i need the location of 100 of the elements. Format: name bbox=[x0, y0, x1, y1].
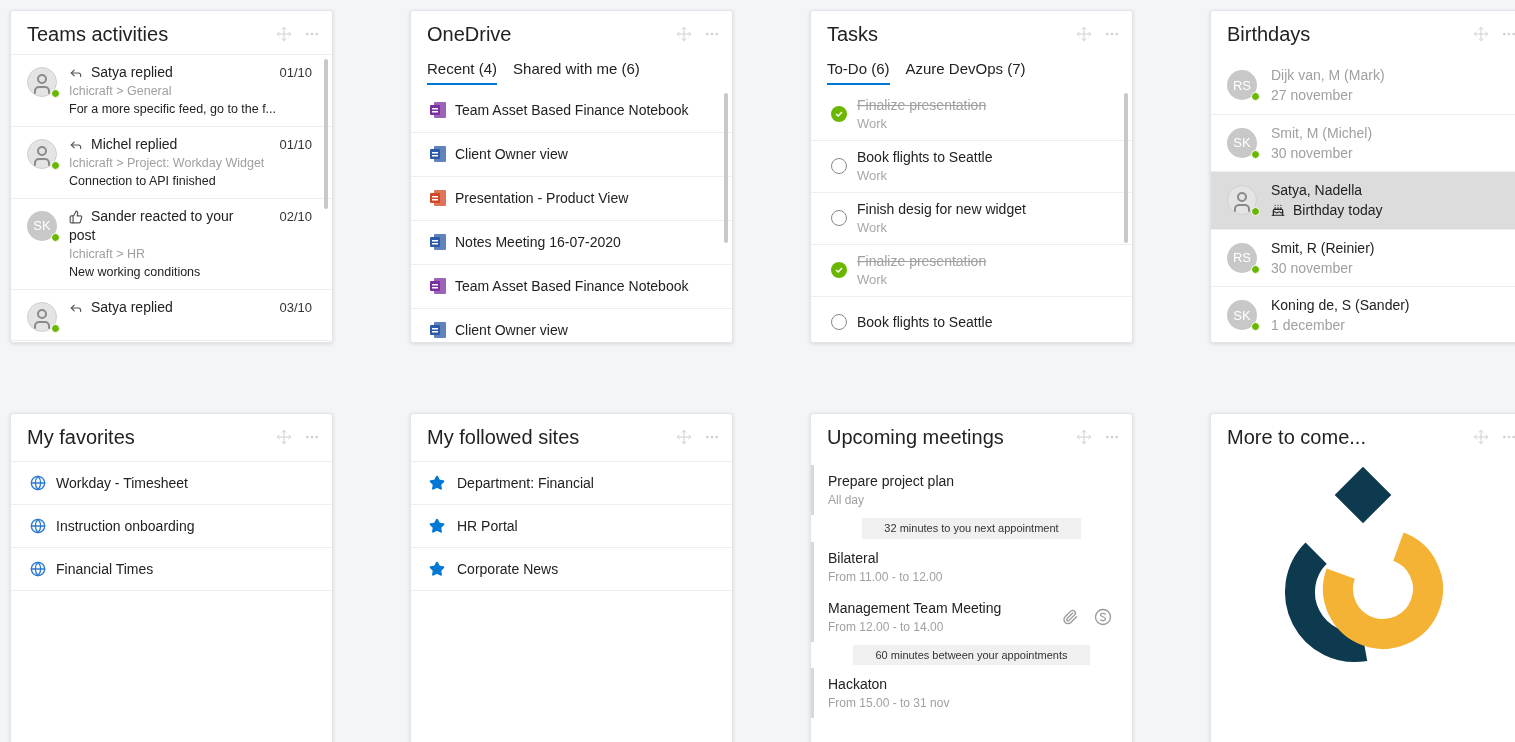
tab[interactable]: Azure DevOps (7) bbox=[905, 58, 1026, 85]
activity-title: Satya replied bbox=[69, 63, 173, 82]
task-item[interactable]: Finish desig for new widget Work bbox=[811, 192, 1132, 245]
meeting-title: Prepare project plan bbox=[828, 472, 956, 491]
file-item[interactable]: Client Owner view bbox=[411, 132, 732, 177]
task-item[interactable]: Book flights to Seattle bbox=[811, 296, 1132, 342]
move-icon[interactable] bbox=[1473, 429, 1489, 445]
move-icon[interactable] bbox=[276, 429, 292, 445]
meeting-item[interactable]: Hackaton From 15.00 - to 31 nov bbox=[811, 668, 1132, 718]
person-name: Smit, M (Michel) bbox=[1271, 123, 1373, 143]
site-link[interactable]: Department: Financial bbox=[411, 462, 732, 505]
meeting-title: Management Team Meeting bbox=[828, 598, 1003, 618]
person-name: Smit, R (Reinier) bbox=[1271, 238, 1375, 258]
task-list: Work bbox=[857, 166, 993, 185]
file-name: Client Owner view bbox=[455, 144, 568, 164]
document-icon bbox=[429, 189, 447, 207]
task-item[interactable]: Book flights to Seattle Work bbox=[811, 140, 1132, 193]
file-name: Team Asset Based Finance Notebook bbox=[455, 100, 689, 120]
activity-item[interactable]: Michel replied 01/10 Ichicraft > Project: Workday Widget Connection to API finished bbox=[11, 127, 332, 199]
globe-icon bbox=[30, 475, 46, 491]
activity-channel: Ichicraft > HR bbox=[69, 246, 147, 263]
move-icon[interactable] bbox=[276, 26, 292, 42]
meeting-item[interactable]: Management Team Meeting From 12.00 - to 14.00 bbox=[811, 591, 1132, 642]
meeting-time: From 15.00 - to 31 nov bbox=[828, 695, 951, 712]
meeting-time: From 11.00 - to 12.00 bbox=[828, 568, 944, 586]
activity-item[interactable]: Satya replied 01/10 Ichicraft > General For a more specific feed, go to the f... bbox=[11, 55, 332, 127]
scrollbar[interactable] bbox=[724, 92, 728, 243]
file-item[interactable]: Client Owner view bbox=[411, 308, 732, 342]
task-list: Work bbox=[857, 218, 1026, 237]
task-title: Book flights to Seattle bbox=[857, 312, 993, 332]
move-icon[interactable] bbox=[1076, 429, 1092, 445]
widget-title: Birthdays bbox=[1227, 22, 1311, 46]
activity-message: New working conditions bbox=[69, 264, 202, 281]
thumbs-up-icon bbox=[69, 210, 83, 225]
file-item[interactable]: Notes Meeting 16-07-2020 bbox=[411, 220, 732, 265]
meeting-title: Bilateral bbox=[828, 548, 880, 568]
move-icon[interactable] bbox=[676, 26, 692, 42]
favorite-link[interactable]: Financial Times bbox=[11, 548, 332, 591]
document-icon bbox=[429, 277, 447, 295]
activity-title: Satya replied bbox=[69, 298, 173, 317]
file-name: Team Asset Based Finance Notebook bbox=[455, 276, 689, 296]
link-label: Financial Times bbox=[56, 559, 154, 579]
activity-title: Michel replied bbox=[69, 135, 178, 154]
document-icon bbox=[429, 145, 447, 163]
meeting-time: All day bbox=[828, 492, 866, 509]
document-icon bbox=[429, 233, 447, 251]
meeting-item[interactable]: Prepare project plan All day bbox=[811, 465, 1132, 515]
tab[interactable]: Recent (4) bbox=[427, 58, 498, 85]
widget-title: Tasks bbox=[827, 22, 879, 46]
activity-date: 02/10 bbox=[279, 208, 312, 226]
file-item[interactable]: Team Asset Based Finance Notebook bbox=[411, 264, 732, 309]
activity-channel: Ichicraft > Project: Workday Widget bbox=[69, 155, 266, 172]
tab[interactable]: To-Do (6) bbox=[827, 58, 890, 85]
globe-icon bbox=[30, 518, 46, 534]
activity-title: Sander reacted to your post bbox=[69, 207, 235, 245]
star-icon bbox=[429, 518, 445, 534]
person-name: Satya, Nadella bbox=[1271, 181, 1364, 201]
file-name: Client Owner view bbox=[455, 320, 568, 340]
meeting-item[interactable]: Bilateral From 11.00 - to 12.00 bbox=[811, 541, 1132, 592]
favorite-link[interactable]: Workday - Timesheet bbox=[11, 462, 332, 505]
person-name: Dijk van, M (Mark) bbox=[1271, 66, 1385, 86]
file-item[interactable]: Team Asset Based Finance Notebook bbox=[411, 88, 732, 133]
move-icon[interactable] bbox=[676, 429, 692, 445]
activity-item[interactable]: Satya replied 03/10 bbox=[11, 290, 332, 341]
favorite-link[interactable]: Instruction onboarding bbox=[11, 505, 332, 548]
globe-icon bbox=[30, 561, 46, 577]
gap-notice: 60 minutes between your appointments bbox=[853, 644, 1090, 665]
check-icon[interactable] bbox=[831, 106, 847, 122]
site-label: Corporate News bbox=[457, 559, 559, 579]
birthday-date: Birthday today bbox=[1293, 201, 1383, 221]
task-title: Finish desig for new widget bbox=[857, 199, 1026, 219]
activity-date: 01/10 bbox=[279, 64, 312, 82]
task-list: Work bbox=[857, 270, 987, 289]
site-label: Department: Financial bbox=[457, 473, 594, 493]
person-name: Koning de, S (Sander) bbox=[1271, 296, 1410, 316]
birthday-date: 27 november bbox=[1271, 86, 1353, 106]
site-link[interactable]: HR Portal bbox=[411, 505, 732, 548]
star-icon bbox=[429, 561, 445, 577]
star-icon bbox=[429, 475, 445, 491]
birthday-date: 1 december bbox=[1271, 316, 1345, 336]
widget-title: My followed sites bbox=[427, 425, 580, 449]
meeting-time: From 12.00 - to 14.00 bbox=[828, 618, 945, 636]
move-icon[interactable] bbox=[1473, 26, 1489, 42]
file-item[interactable]: Presentation - Product View bbox=[411, 176, 732, 221]
widget-title: OneDrive bbox=[427, 22, 512, 46]
birthday-item[interactable]: Satya, Nadella Birthday today bbox=[1211, 172, 1515, 230]
file-name: Notes Meeting 16-07-2020 bbox=[455, 232, 621, 252]
meeting-title: Hackaton bbox=[828, 675, 889, 694]
check-icon[interactable] bbox=[831, 262, 847, 278]
scrollbar[interactable] bbox=[324, 59, 328, 209]
site-link[interactable]: Corporate News bbox=[411, 548, 732, 591]
birthday-date: 30 november bbox=[1271, 258, 1353, 278]
task-title: Finalize presentation bbox=[857, 95, 987, 115]
widget-title: More to come... bbox=[1227, 425, 1366, 449]
document-icon bbox=[429, 101, 447, 119]
widget-title: Teams activities bbox=[27, 22, 169, 46]
tab[interactable]: Shared with me (6) bbox=[513, 58, 640, 85]
move-icon[interactable] bbox=[1076, 26, 1092, 42]
scrollbar[interactable] bbox=[1124, 92, 1128, 243]
activity-message: Connection to API finished bbox=[69, 173, 217, 190]
